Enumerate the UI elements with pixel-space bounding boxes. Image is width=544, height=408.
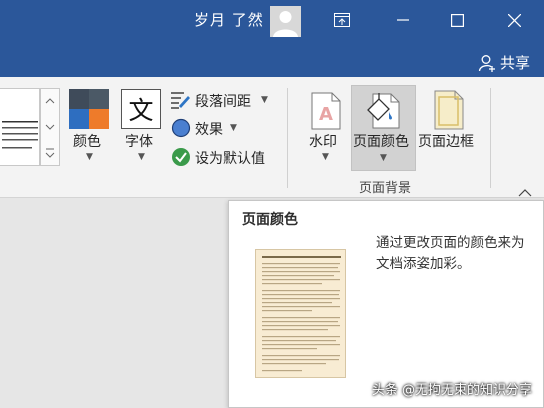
avatar[interactable] <box>270 6 301 37</box>
tooltip-title: 页面颜色 <box>242 212 298 228</box>
set-default-label[interactable]: 设为默认值 <box>195 148 265 168</box>
style-gallery[interactable] <box>0 88 40 166</box>
maximize-icon <box>450 13 464 27</box>
chevron-up-icon <box>518 189 532 197</box>
colors-dropdown-icon[interactable]: ▼ <box>86 152 93 162</box>
page-color-icon-wrapper <box>365 90 403 134</box>
user-name[interactable]: 岁月 了然 <box>194 9 264 30</box>
user-silhouette-icon <box>273 11 298 37</box>
watermark-dropdown-icon[interactable]: ▼ <box>322 152 329 162</box>
gallery-scroll-arrows-icon <box>45 98 55 158</box>
minimize-button[interactable] <box>380 0 426 40</box>
fonts-button[interactable]: 文 <box>121 89 161 129</box>
ribbon-display-options-button[interactable] <box>319 0 365 40</box>
set-default-button[interactable] <box>171 147 191 171</box>
tooltip-description: 通过更改页面的颜色来为文档添姿加彩。 <box>376 235 525 272</box>
effects-button[interactable] <box>171 118 191 142</box>
group-separator <box>287 88 288 188</box>
document-preview-icon <box>262 256 341 372</box>
maximize-button[interactable] <box>434 0 480 40</box>
page-color-tooltip: 页面颜色 通过更改页面的颜色来为文档添姿加彩。 <box>228 200 544 408</box>
gallery-scrollbar[interactable] <box>40 88 60 166</box>
fonts-glyph-icon: 文 <box>128 96 154 125</box>
checkmark-icon <box>172 148 190 166</box>
close-icon <box>507 13 521 27</box>
close-button[interactable] <box>491 0 537 40</box>
page-color-label: 页面颜色 <box>353 134 409 150</box>
svg-text:A: A <box>319 104 333 125</box>
style-preview-icon <box>2 121 38 149</box>
page-borders-label[interactable]: 页面边框 <box>418 131 474 151</box>
ribbon-display-icon <box>334 13 350 27</box>
group-separator <box>490 88 491 188</box>
page-border-icon <box>434 90 464 130</box>
page-borders-button[interactable] <box>434 90 464 134</box>
page-color-preview <box>255 249 346 378</box>
minimize-icon <box>397 19 409 21</box>
colors-label[interactable]: 颜色 <box>73 131 101 151</box>
share-button[interactable]: 共享 <box>478 52 530 73</box>
page-background-group-label: 页面背景 <box>359 181 412 196</box>
paint-bucket-page-icon <box>367 93 400 129</box>
paragraph-spacing-icon <box>171 92 190 109</box>
watermark-label[interactable]: 水印 <box>309 131 337 151</box>
colors-button[interactable] <box>69 89 109 133</box>
paragraph-spacing-dropdown-icon[interactable]: ▼ <box>261 95 268 105</box>
effects-dropdown-icon[interactable]: ▼ <box>230 123 237 133</box>
fonts-label[interactable]: 字体 <box>125 131 153 151</box>
share-label: 共享 <box>499 54 530 72</box>
watermark-button[interactable]: A <box>311 92 341 134</box>
source-watermark: 头条 @无拘无束的知识分享 <box>371 383 532 398</box>
effects-icon <box>171 118 191 138</box>
page-color-dropdown-icon[interactable]: ▼ <box>380 153 387 163</box>
color-palette-icon <box>69 89 109 129</box>
watermark-page-icon: A <box>311 92 341 130</box>
fonts-dropdown-icon[interactable]: ▼ <box>138 152 145 162</box>
person-add-icon <box>478 54 495 72</box>
paragraph-spacing-label[interactable]: 段落间距 <box>195 91 251 111</box>
effects-label[interactable]: 效果 <box>195 119 223 139</box>
paragraph-spacing-button[interactable] <box>171 91 191 113</box>
